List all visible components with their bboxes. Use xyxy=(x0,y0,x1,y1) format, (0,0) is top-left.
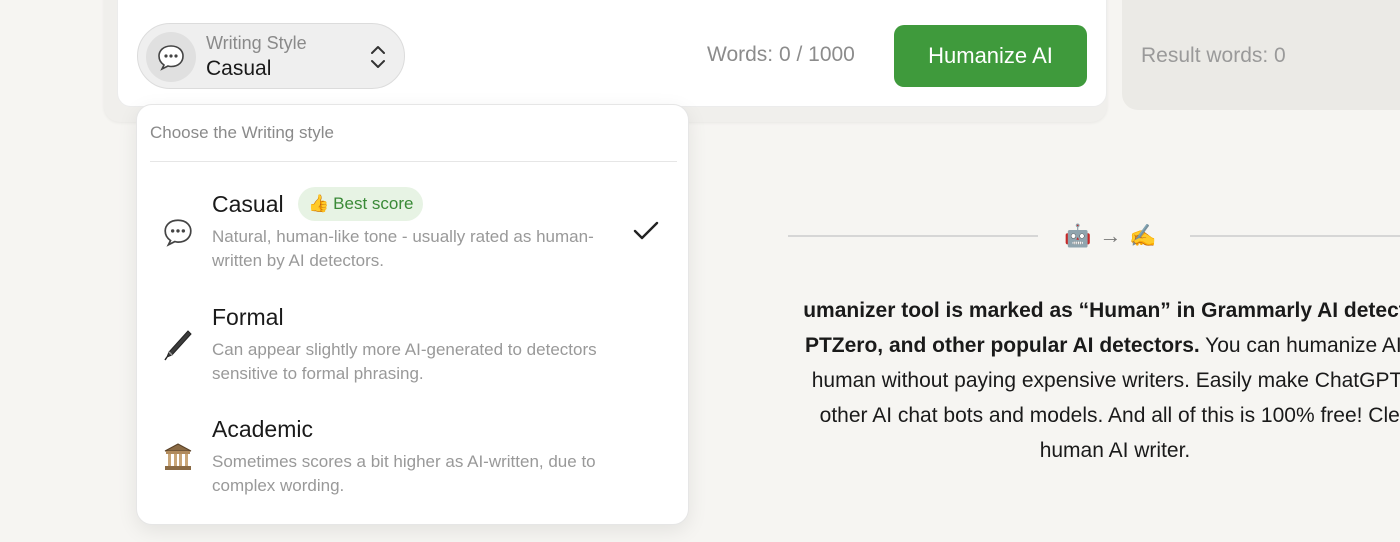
speech-bubble-icon xyxy=(146,32,196,82)
option-description: Sometimes scores a bit higher as AI-writ… xyxy=(212,452,596,495)
classical-building-icon xyxy=(161,440,195,474)
robot-icon: 🤖 xyxy=(1064,223,1092,248)
description-line-2-bold: PTZero, and other popular AI detectors. xyxy=(804,334,1200,357)
checkmark-icon xyxy=(633,221,659,246)
option-title: Academic xyxy=(212,416,313,442)
writing-style-select[interactable]: Writing Style Casual xyxy=(137,23,405,89)
writing-hand-icon: ✍️ xyxy=(1129,223,1157,248)
description-line-1: umanizer tool is marked as “Human” in Gr… xyxy=(803,299,1400,322)
option-description: Can appear slightly more AI-generated to… xyxy=(212,340,597,383)
style-option-casual[interactable]: Casual 👍 Best score Natural, human-like … xyxy=(137,187,690,291)
writing-style-value: Casual xyxy=(206,57,272,80)
divider-right xyxy=(1190,235,1400,237)
option-title: Formal xyxy=(212,304,284,330)
style-option-academic[interactable]: Academic Sometimes scores a bit higher a… xyxy=(137,416,690,516)
option-title: Casual xyxy=(212,191,284,217)
dropdown-divider xyxy=(150,161,677,162)
speech-bubble-icon xyxy=(161,215,195,249)
humanize-ai-button[interactable]: Humanize AI xyxy=(894,25,1087,87)
writing-style-dropdown: Choose the Writing style Casual 👍 Best s… xyxy=(136,104,689,525)
word-count: Words: 0 / 1000 xyxy=(707,43,855,66)
style-option-formal[interactable]: Formal Can appear slightly more AI-gener… xyxy=(137,304,690,404)
description-line-2: You can humanize AI fo xyxy=(1205,334,1400,357)
emoji-divider: 🤖 → ✍️ xyxy=(1064,220,1174,252)
chevron-up-down-icon xyxy=(370,43,386,76)
option-description: Natural, human-like tone - usually rated… xyxy=(212,227,594,270)
pen-icon xyxy=(161,328,195,362)
arrow-right-icon: → xyxy=(1099,223,1122,248)
writing-style-label: Writing Style xyxy=(206,33,307,53)
best-score-badge: 👍 Best score xyxy=(298,187,424,221)
result-word-count: Result words: 0 xyxy=(1141,44,1286,67)
thumbs-up-icon: 👍 xyxy=(308,194,330,213)
divider-left xyxy=(788,235,1038,237)
dropdown-header: Choose the Writing style xyxy=(150,123,334,142)
